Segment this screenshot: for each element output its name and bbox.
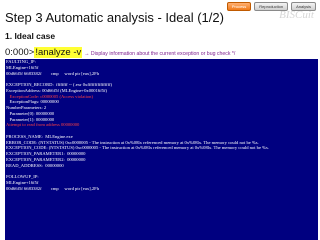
command-line: 0:000> !analyze -v → Display information… — [5, 47, 235, 58]
command-comment: → Display information about the current … — [84, 51, 236, 57]
nav-process-button[interactable]: Process — [226, 2, 252, 11]
debugger-prompt: 0:000> — [5, 47, 35, 58]
slide-title: Step 3 Automatic analysis - Ideal (1/2) — [5, 10, 224, 25]
debugger-output: FAULTING_IP: MLEngine+16f5f 00d66f5f 66833… — [5, 59, 318, 240]
logo-watermark: BISCuit — [279, 9, 314, 21]
console-line: 00d66f5f 6683382f cmp word ptr [eax],2Fh — [6, 185, 100, 191]
analyze-command: !analyze -v — [34, 47, 83, 58]
section-subtitle: 1. Ideal case — [5, 31, 56, 41]
